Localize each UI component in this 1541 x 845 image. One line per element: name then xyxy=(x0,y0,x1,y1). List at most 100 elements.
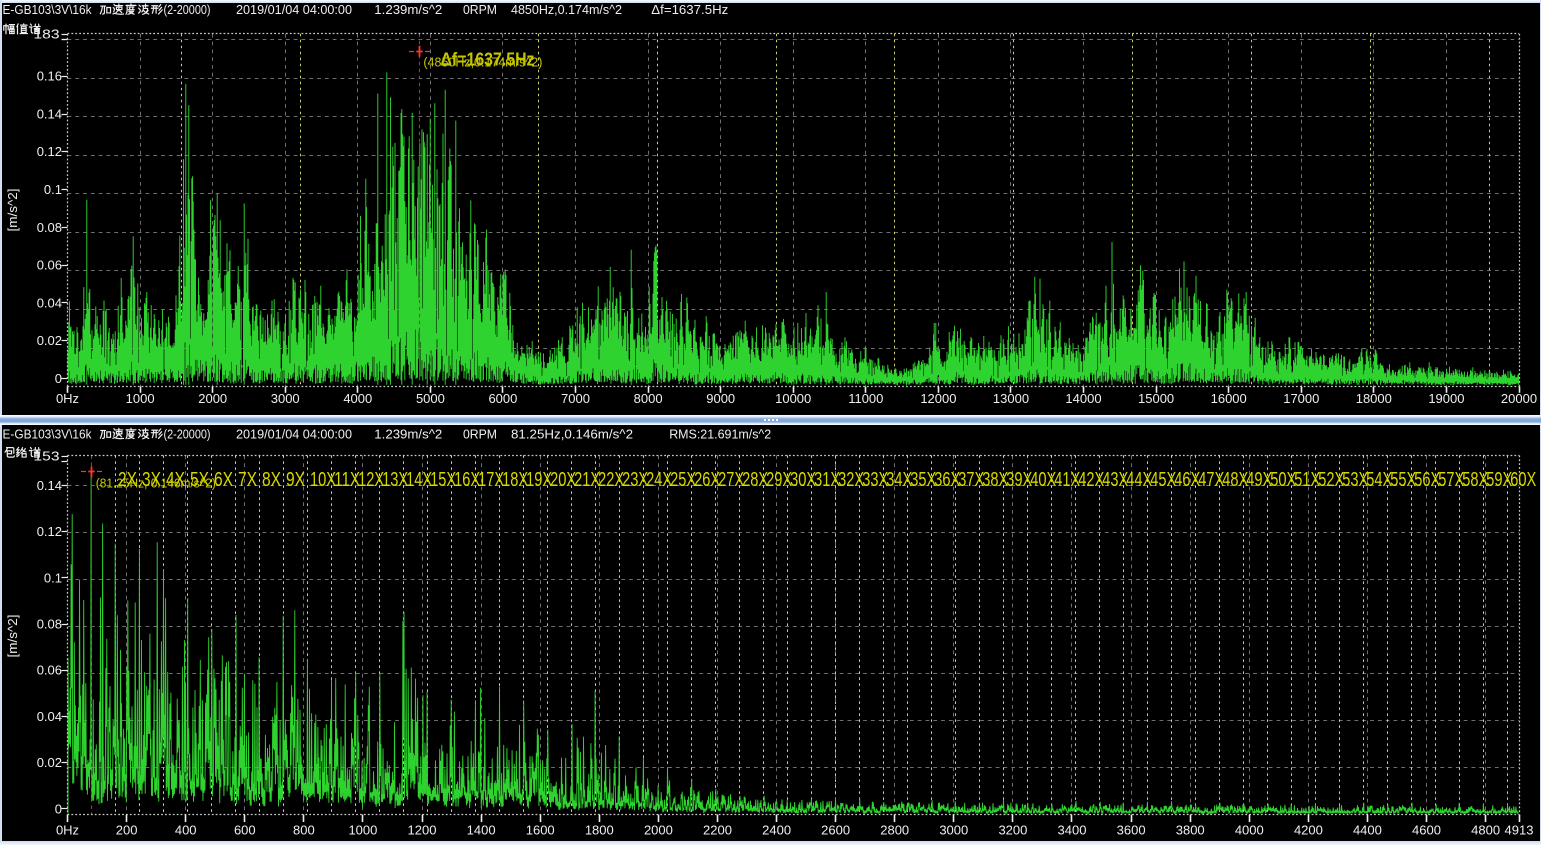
svg-text:200: 200 xyxy=(116,823,138,838)
svg-text:2800: 2800 xyxy=(880,823,909,838)
svg-text:35X: 35X xyxy=(910,469,936,491)
svg-text:0.02: 0.02 xyxy=(37,755,62,770)
svg-text:5000: 5000 xyxy=(416,391,445,406)
svg-text:0: 0 xyxy=(55,801,62,816)
svg-text:0.16: 0.16 xyxy=(37,69,62,84)
svg-text:46X: 46X xyxy=(1174,469,1200,491)
svg-text:7X: 7X xyxy=(238,469,257,491)
svg-text:0.04: 0.04 xyxy=(37,295,62,310)
svg-text:4800: 4800 xyxy=(1471,823,1500,838)
svg-text:44X: 44X xyxy=(1126,469,1152,491)
svg-text:0.14: 0.14 xyxy=(37,106,62,121)
svg-text:13000: 13000 xyxy=(993,391,1029,406)
svg-text:14X: 14X xyxy=(406,469,432,491)
svg-text:33X: 33X xyxy=(862,469,888,491)
svg-text:3000: 3000 xyxy=(271,391,300,406)
svg-text:19X: 19X xyxy=(526,469,552,491)
svg-text:2000: 2000 xyxy=(644,823,673,838)
svg-text:37X: 37X xyxy=(958,469,984,491)
svg-text:0.12: 0.12 xyxy=(37,524,62,539)
svg-text:30X: 30X xyxy=(790,469,816,491)
svg-text:5X: 5X xyxy=(190,469,209,491)
svg-text:8X: 8X xyxy=(262,469,281,491)
svg-text:22X: 22X xyxy=(598,469,624,491)
svg-text:(2-20000): (2-20000) xyxy=(164,427,211,442)
svg-text:18000: 18000 xyxy=(1356,391,1392,406)
svg-text:1.239m/s^2: 1.239m/s^2 xyxy=(374,427,442,442)
svg-text:[m/s^2]: [m/s^2] xyxy=(5,189,20,232)
svg-text:Δf=1637.5Hz: Δf=1637.5Hz xyxy=(651,2,728,17)
svg-text:0Hz: 0Hz xyxy=(56,823,79,838)
svg-text:21X: 21X xyxy=(574,469,600,491)
svg-text:12X: 12X xyxy=(358,469,384,491)
svg-text:1200: 1200 xyxy=(408,823,437,838)
svg-text:47X: 47X xyxy=(1198,469,1224,491)
svg-text:14000: 14000 xyxy=(1065,391,1101,406)
svg-text:0.06: 0.06 xyxy=(37,663,62,678)
svg-text:57X: 57X xyxy=(1438,469,1464,491)
svg-text:0.06: 0.06 xyxy=(37,258,62,273)
svg-text:RMS:21.691m/s^2: RMS:21.691m/s^2 xyxy=(669,427,771,442)
svg-text:3X: 3X xyxy=(142,469,161,491)
svg-text:17000: 17000 xyxy=(1283,391,1319,406)
svg-text:34X: 34X xyxy=(886,469,912,491)
svg-text:2X: 2X xyxy=(118,469,137,491)
svg-text:4850Hz,0.174m/s^2: 4850Hz,0.174m/s^2 xyxy=(511,2,622,17)
svg-text:1400: 1400 xyxy=(467,823,496,838)
svg-text:6X: 6X xyxy=(214,469,233,491)
svg-text:13X: 13X xyxy=(382,469,408,491)
svg-text:32X: 32X xyxy=(838,469,864,491)
svg-text:11X: 11X xyxy=(334,469,360,491)
svg-text:39X: 39X xyxy=(1006,469,1032,491)
svg-text:81.25Hz,0.146m/s^2: 81.25Hz,0.146m/s^2 xyxy=(511,427,633,442)
svg-text:3200: 3200 xyxy=(998,823,1027,838)
svg-text:25X: 25X xyxy=(670,469,696,491)
svg-text:2000: 2000 xyxy=(198,391,227,406)
svg-text:15X: 15X xyxy=(430,469,456,491)
svg-text:3600: 3600 xyxy=(1117,823,1146,838)
svg-text:7000: 7000 xyxy=(561,391,590,406)
svg-text:Δf=1637.5Hz: Δf=1637.5Hz xyxy=(441,50,535,70)
svg-text:600: 600 xyxy=(234,823,256,838)
svg-text:31X: 31X xyxy=(814,469,840,491)
svg-text:48X: 48X xyxy=(1222,469,1248,491)
svg-text:9000: 9000 xyxy=(706,391,735,406)
svg-text:4200: 4200 xyxy=(1294,823,1323,838)
svg-text:24X: 24X xyxy=(646,469,672,491)
svg-text:0.14: 0.14 xyxy=(37,478,62,493)
svg-text:8000: 8000 xyxy=(634,391,663,406)
svg-text:[m/s^2]: [m/s^2] xyxy=(5,615,20,658)
svg-text:2200: 2200 xyxy=(703,823,732,838)
svg-text:41X: 41X xyxy=(1054,469,1080,491)
svg-text:49X: 49X xyxy=(1246,469,1272,491)
svg-text:E-GB103\3V\16k: E-GB103\3V\16k xyxy=(3,2,92,17)
svg-text:(2-20000): (2-20000) xyxy=(164,2,211,17)
svg-text:0Hz: 0Hz xyxy=(56,391,79,406)
svg-text:27X: 27X xyxy=(718,469,744,491)
svg-text:28X: 28X xyxy=(742,469,768,491)
svg-text:0.12: 0.12 xyxy=(37,144,62,159)
svg-text:55X: 55X xyxy=(1390,469,1416,491)
svg-text:2019/01/04 04:00:00: 2019/01/04 04:00:00 xyxy=(236,427,352,442)
svg-text:2400: 2400 xyxy=(762,823,791,838)
svg-text:45X: 45X xyxy=(1150,469,1176,491)
svg-text:12000: 12000 xyxy=(920,391,956,406)
svg-text:54X: 54X xyxy=(1366,469,1392,491)
svg-text:58X: 58X xyxy=(1462,469,1488,491)
svg-text:20000: 20000 xyxy=(1501,391,1537,406)
svg-text:43X: 43X xyxy=(1102,469,1128,491)
svg-text:0.1: 0.1 xyxy=(44,182,62,197)
svg-text:18X: 18X xyxy=(502,469,528,491)
svg-text:800: 800 xyxy=(293,823,315,838)
svg-text:E-GB103\3V\16k: E-GB103\3V\16k xyxy=(3,427,92,442)
svg-text:0: 0 xyxy=(55,371,62,386)
svg-text:9X: 9X xyxy=(286,469,305,491)
svg-text:52X: 52X xyxy=(1318,469,1344,491)
svg-text:0.08: 0.08 xyxy=(37,617,62,632)
svg-text:1600: 1600 xyxy=(526,823,555,838)
svg-text:56X: 56X xyxy=(1414,469,1440,491)
svg-text:17X: 17X xyxy=(478,469,504,491)
svg-text:16X: 16X xyxy=(454,469,480,491)
svg-text:60X: 60X xyxy=(1510,469,1536,491)
svg-text:3400: 3400 xyxy=(1058,823,1087,838)
